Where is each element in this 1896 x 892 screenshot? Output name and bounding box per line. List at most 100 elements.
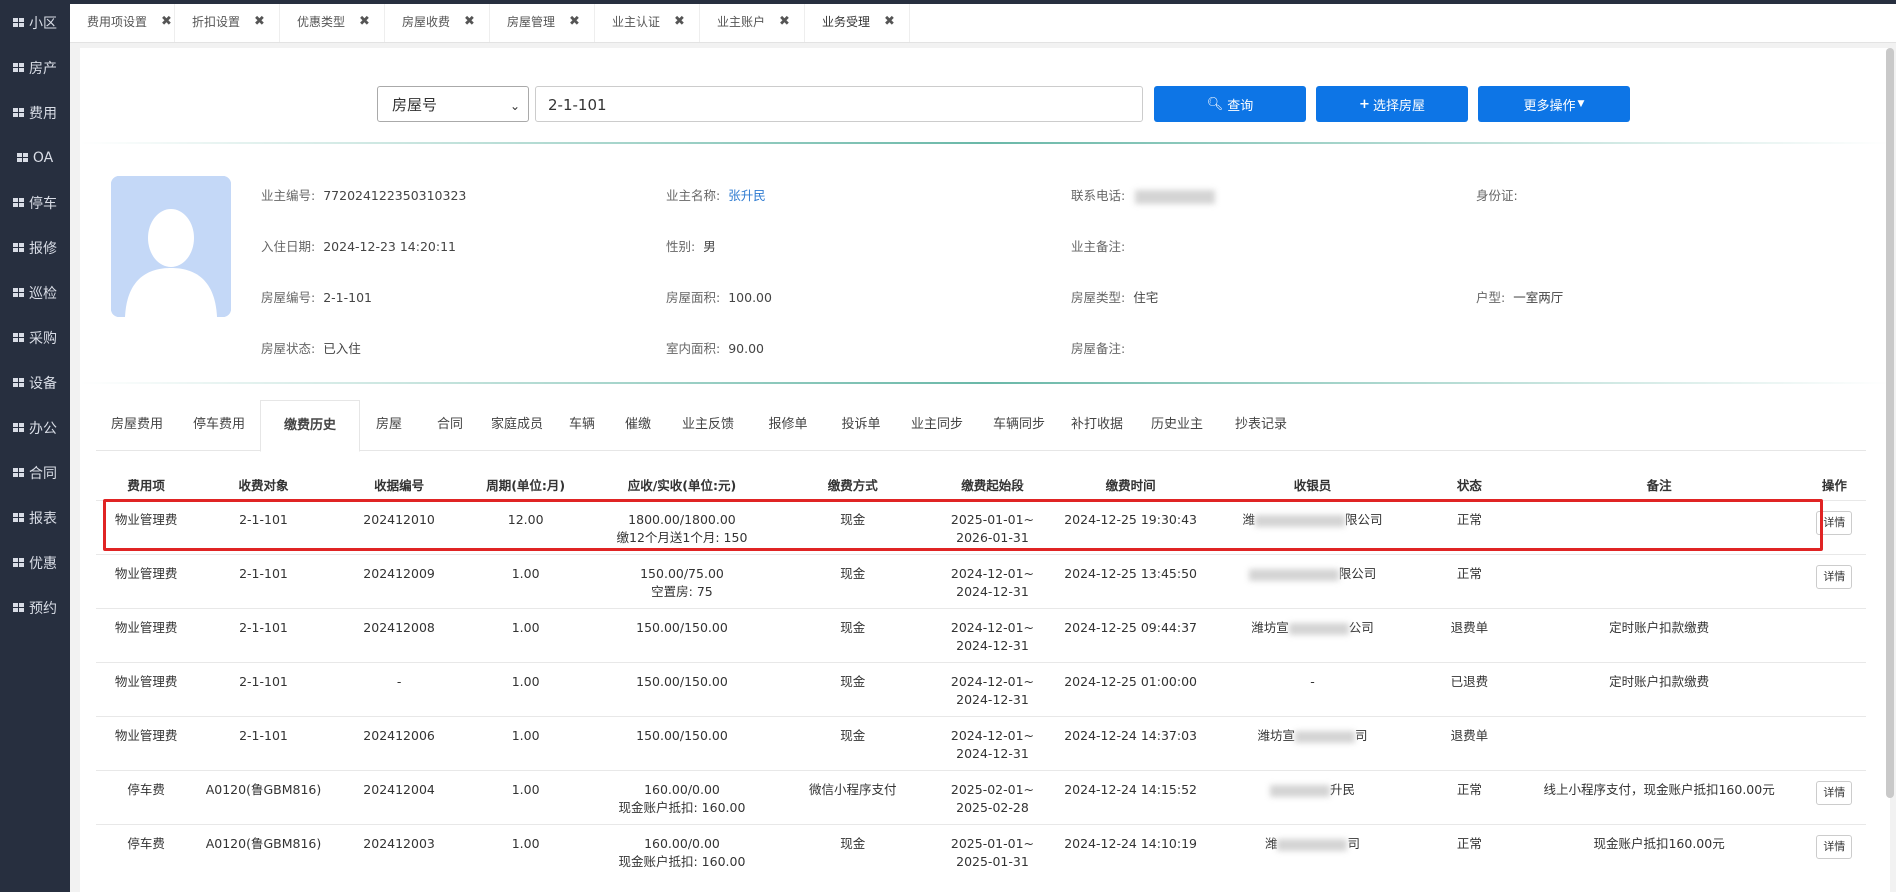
close-icon[interactable]: ✖ [359,14,370,29]
sidebar-item[interactable]: 费用 [0,90,70,135]
detail-tab[interactable]: 合同 [420,400,480,450]
table-cell: 潍坊宣 司 [1201,716,1424,771]
table-cell: 2-1-101 [196,716,331,771]
sidebar-item[interactable]: 停车 [0,180,70,225]
receipt-no: 202412006 [363,728,435,743]
top-tab[interactable]: 费用项设置 ✖ [70,0,175,42]
detail-tab[interactable]: 业主反馈 [666,400,750,450]
sidebar-item[interactable]: 合同 [0,450,70,495]
plus-icon: + [1359,96,1370,112]
close-icon[interactable]: ✖ [161,14,172,29]
sidebar-item[interactable]: 优惠 [0,540,70,585]
detail-tab[interactable]: 投诉单 [826,400,896,450]
detail-button[interactable]: 详情 [1816,781,1853,805]
cashier-prefix: 潍 [1242,512,1255,527]
sidebar-item-label: 设备 [29,375,57,392]
table-row: 物业管理费 2-1-101 202412008 1.00 150.00/150.00 现金… [96,608,1866,663]
detail-tab[interactable]: 停车费用 [178,400,260,450]
detail-tab[interactable]: 车辆同步 [978,400,1060,450]
tab-label: 业主认证 [612,14,661,29]
sidebar-item[interactable]: 报修 [0,225,70,270]
detail-tab[interactable]: 房屋 [358,400,420,450]
table-cell [1515,554,1803,609]
top-tab[interactable]: 优惠类型 ✖ [280,0,385,42]
gender: 性别: 男 [666,236,716,255]
table-cell: 2024-12-25 01:00:00 [1059,662,1202,717]
search-type-select[interactable]: 房屋号 ⌄ [377,86,529,122]
detail-tab[interactable]: 抄表记录 [1220,400,1302,450]
detail-tab[interactable]: 车辆 [554,400,610,450]
owner-id: 身份证: [1476,185,1518,204]
sidebar-item[interactable]: 报表 [0,495,70,540]
detail-button[interactable]: 详情 [1816,565,1853,589]
table-cell: 限公司 [1201,554,1424,609]
close-icon[interactable]: ✖ [254,14,265,29]
remark: 线上小程序支付，现金账户抵扣160.00元 [1543,782,1775,797]
close-icon[interactable]: ✖ [884,14,895,29]
table-cell: 12.00 [467,500,584,555]
sidebar-item[interactable]: 巡检 [0,270,70,315]
table-cell: 2024-12-25 13:45:50 [1059,554,1202,609]
table-row: 物业管理费 2-1-101 202412009 1.00 150.00/75.00 空置房… [96,554,1866,609]
table-cell: 2-1-101 [196,554,331,609]
close-icon[interactable]: ✖ [674,14,685,29]
detail-tab[interactable]: 缴费历史 [260,400,360,452]
fee-item: 物业管理费 [114,566,178,581]
detail-tab[interactable]: 补打收据 [1060,400,1134,450]
sidebar-item[interactable]: 房产 [0,45,70,90]
checkin-date: 入住日期: 2024-12-23 14:20:11 [261,236,456,255]
close-icon[interactable]: ✖ [779,14,790,29]
cashier-prefix: 潍坊宣 [1257,728,1295,743]
detail-tab[interactable]: 催缴 [610,400,666,450]
period: 1.00 [511,728,540,743]
table-cell: 2-1-101 [196,608,331,663]
sidebar-item[interactable]: 设备 [0,360,70,405]
amount: 150.00/75.00 [640,566,724,581]
divider-top [80,142,1890,144]
owner-name-link[interactable]: 张升民 [728,188,766,203]
table-cell: 2024-12-01~ 2024-12-31 [925,554,1060,609]
sidebar-item[interactable]: 预约 [0,585,70,630]
sidebar-item-label: 费用 [29,105,57,122]
sidebar-item[interactable]: OA [0,135,70,180]
close-icon[interactable]: ✖ [464,14,475,29]
sidebar-item[interactable]: 小区 [0,0,70,45]
more-actions-button[interactable]: 更多操作 ▼ [1478,86,1630,122]
top-tab[interactable]: 房屋管理 ✖ [490,0,595,42]
table-cell: 微信小程序支付 [780,770,926,825]
house-no-value: 2-1-101 [323,290,373,305]
top-tab[interactable]: 折扣设置 ✖ [175,0,280,42]
top-tab[interactable]: 房屋收费 ✖ [385,0,490,42]
detail-button[interactable]: 详情 [1816,835,1853,859]
sidebar-item-label: 预约 [29,600,57,617]
choose-house-button[interactable]: + 选择房屋 [1316,86,1468,122]
query-button[interactable]: 🔍︎ 查询 [1154,86,1306,122]
top-tab-bar: 费用项设置 ✖ 折扣设置 ✖ 优惠类型 ✖ 房屋收费 ✖ 房屋管理 ✖ 业主认证 ✖ 业主账户 ✖ 业务受理… [70,0,1896,43]
top-tab[interactable]: 业务受理 ✖ [805,0,910,42]
close-icon[interactable]: ✖ [569,14,580,29]
table-cell: A0120(鲁GBM816) [196,824,331,879]
top-tab[interactable]: 业主账户 ✖ [700,0,805,42]
detail-tab[interactable]: 业主同步 [896,400,978,450]
top-tab[interactable]: 业主认证 ✖ [595,0,700,42]
vertical-scrollbar[interactable] [1886,48,1894,798]
table-row: 停车费 A0120(鲁GBM816) 202412004 1.00 160.00/0.0… [96,770,1866,825]
sidebar-item[interactable]: 办公 [0,405,70,450]
detail-tab[interactable]: 历史业主 [1134,400,1220,450]
owner-code-label: 业主编号: [261,188,316,203]
table-cell: 202412008 [330,608,468,663]
amount: 150.00/150.00 [636,674,728,689]
table-cell: 2025-01-01~ 2026-01-31 [925,500,1060,555]
fee-item: 物业管理费 [114,674,178,689]
detail-button[interactable]: 详情 [1816,511,1853,535]
detail-tab[interactable]: 房屋费用 [96,400,178,450]
sidebar-item[interactable]: 采购 [0,315,70,360]
table-cell: 物业管理费 [96,500,197,555]
charge-target: A0120(鲁GBM816) [205,782,322,797]
search-input[interactable]: 2-1-101 [535,86,1143,122]
column-header: 缴费时间 [1105,477,1156,493]
detail-tab[interactable]: 报修单 [750,400,826,450]
remark: 定时账户扣款缴费 [1609,674,1710,689]
detail-tab[interactable]: 家庭成员 [480,400,554,450]
table-cell: 物业管理费 [96,608,197,663]
